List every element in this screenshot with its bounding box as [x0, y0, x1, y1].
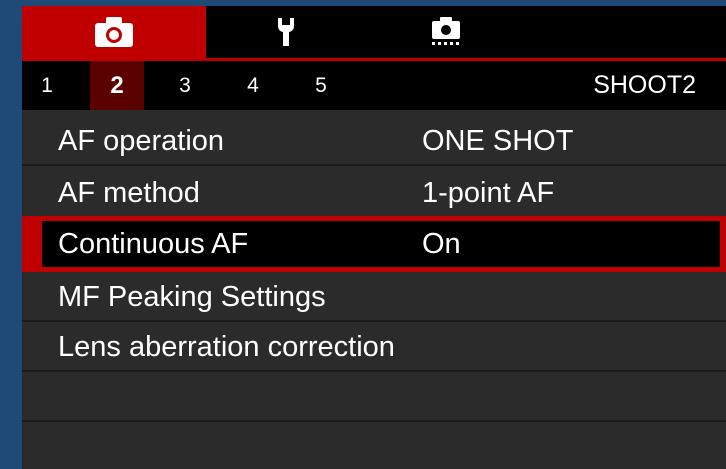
menu-item-continuous-af[interactable]: Continuous AF On — [22, 216, 726, 272]
menu-item-value: 1-point AF — [422, 177, 555, 209]
tab-shooting[interactable] — [22, 6, 206, 58]
menu-item-mf-peaking-settings[interactable]: MF Peaking Settings — [22, 272, 726, 322]
page-1[interactable]: 1 — [28, 61, 66, 110]
menu-item-label: AF method — [58, 177, 200, 209]
menu-item-af-method[interactable]: AF method 1-point AF — [22, 168, 726, 218]
menu-item-af-operation[interactable]: AF operation ONE SHOT — [22, 116, 726, 166]
tab-setup[interactable] — [206, 6, 366, 58]
custom-camera-icon — [432, 17, 460, 45]
page-title: SHOOT2 — [593, 71, 696, 99]
menu-item-value: On — [422, 228, 461, 260]
wrench-icon — [278, 18, 294, 46]
menu-item-label: Continuous AF — [58, 228, 249, 260]
page-4[interactable]: 4 — [234, 61, 272, 110]
menu-item-label: MF Peaking Settings — [58, 281, 326, 313]
page-2[interactable]: 2 — [90, 61, 144, 110]
camera-icon — [95, 17, 133, 47]
menu-item-value: ONE SHOT — [422, 125, 574, 157]
menu-item-empty — [22, 422, 726, 469]
page-3[interactable]: 3 — [166, 61, 204, 110]
tab-custom[interactable] — [366, 6, 526, 58]
page-5[interactable]: 5 — [302, 61, 340, 110]
menu-item-empty — [22, 372, 726, 422]
divider — [22, 164, 726, 166]
category-tab-bar — [22, 6, 726, 58]
camera-menu-screen: 1 2 3 4 5 SHOOT2 AF operation ONE SHOT A… — [22, 6, 726, 469]
page-number-row: 1 2 3 4 5 SHOOT2 — [22, 61, 726, 110]
menu-item-lens-aberration-correction[interactable]: Lens aberration correction — [22, 322, 726, 372]
menu-item-label: Lens aberration correction — [58, 331, 395, 363]
menu-item-label: AF operation — [58, 125, 225, 157]
